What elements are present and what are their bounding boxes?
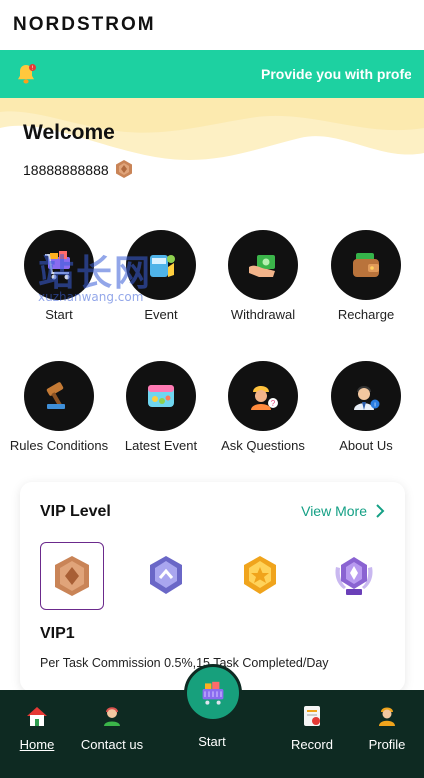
bell-icon[interactable]: ! <box>14 62 38 86</box>
vip-level-card: VIP Level View More VIP1 Per Task Commis… <box>20 482 405 692</box>
menu-item-event[interactable]: Event <box>111 230 211 323</box>
top-bar: NORDSTROM <box>0 0 424 50</box>
menu-label: Event <box>144 307 178 322</box>
vip-description: Per Task Commission 0.5%,15 Task Complet… <box>40 656 329 670</box>
shopping-cart-icon <box>45 251 70 280</box>
record-list-icon <box>304 706 320 726</box>
notice-bar: ! Provide you with profe <box>0 50 424 98</box>
welcome-title: Welcome <box>23 121 115 144</box>
menu-item-ask-questions[interactable]: ? Ask Questions <box>213 361 313 454</box>
nav-profile-label: Profile <box>368 737 406 752</box>
vip-badge-3[interactable] <box>228 542 292 610</box>
menu-label: Recharge <box>337 307 395 322</box>
vip-badge-1[interactable] <box>40 542 104 610</box>
notice-marquee-text: Provide you with profe <box>261 66 411 82</box>
vip-badge-2[interactable] <box>134 542 198 610</box>
menu-label: Withdrawal <box>230 307 296 322</box>
user-phone: 18888888888 <box>23 162 109 178</box>
gavel-icon <box>46 382 65 409</box>
menu-item-recharge[interactable]: Recharge <box>316 230 416 323</box>
silver-badge-icon <box>150 556 182 594</box>
vip-bronze-icon <box>116 160 132 178</box>
brand-logo: NORDSTROM <box>13 14 156 35</box>
view-more-link[interactable]: View More <box>301 503 385 519</box>
svg-text:i: i <box>374 403 375 409</box>
shopping-basket-icon <box>202 681 224 705</box>
menu-label: Rules Conditions <box>9 438 109 453</box>
svg-text:?: ? <box>271 399 276 408</box>
wallet-icon <box>353 253 379 277</box>
start-button-label[interactable]: Start <box>172 734 252 749</box>
view-more-label: View More <box>301 503 367 519</box>
home-icon <box>27 707 47 726</box>
menu-item-rules-conditions[interactable]: Rules Conditions <box>9 361 109 454</box>
bronze-badge-icon <box>55 556 89 596</box>
menu-item-withdrawal[interactable]: Withdrawal <box>213 230 313 323</box>
cash-hand-icon <box>249 255 275 277</box>
nav-contact-label: Contact us <box>80 737 144 752</box>
menu-label: Latest Event <box>124 438 198 453</box>
gold-badge-icon <box>244 556 276 594</box>
nav-home-label: Home <box>19 737 55 752</box>
menu-label: Ask Questions <box>221 438 305 453</box>
nav-record-label: Record <box>291 737 333 752</box>
support-agent-icon: i <box>354 386 380 410</box>
menu-label: Start <box>45 307 73 322</box>
vip-badge-4[interactable] <box>322 542 386 610</box>
chevron-right-icon <box>376 504 385 518</box>
start-button[interactable] <box>184 664 242 722</box>
calendar-icon <box>148 385 174 407</box>
menu-item-start[interactable]: Start <box>9 230 109 323</box>
app-page: NORDSTROM ! Provide you with profe Welco… <box>0 0 424 778</box>
menu-item-latest-event[interactable]: Latest Event <box>111 361 211 454</box>
customer-service-icon <box>104 707 120 726</box>
gift-icon <box>150 255 175 277</box>
diamond-badge-icon <box>335 557 373 595</box>
menu-item-about-us[interactable]: i About Us <box>316 361 416 454</box>
nav-home[interactable]: Home <box>0 704 77 752</box>
profile-icon <box>379 707 395 726</box>
nav-record[interactable]: Record <box>272 704 352 752</box>
nav-profile[interactable]: Profile <box>347 704 424 752</box>
vip-level-title: VIP Level <box>40 503 111 520</box>
worker-question-icon: ? <box>251 386 278 410</box>
current-vip-level: VIP1 <box>40 625 75 642</box>
nav-contact-us[interactable]: Contact us <box>72 704 152 752</box>
menu-label: About Us <box>339 438 393 453</box>
